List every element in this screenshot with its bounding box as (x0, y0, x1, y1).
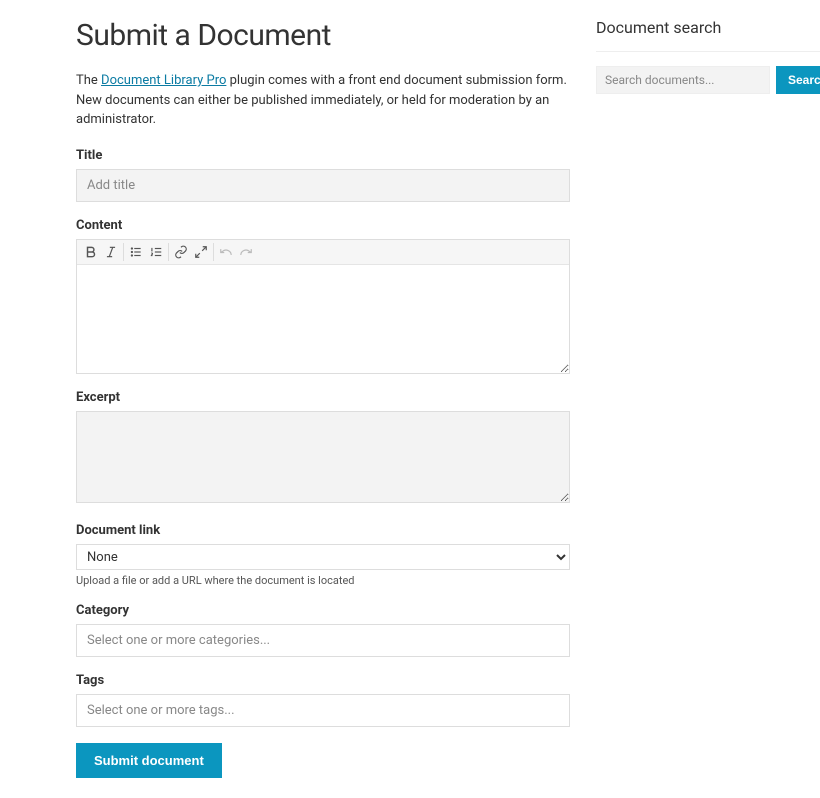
excerpt-input[interactable] (76, 411, 570, 503)
toolbar-separator (168, 243, 169, 261)
page-title: Submit a Document (76, 18, 570, 53)
sidebar-divider (596, 51, 820, 52)
content-label: Content (76, 218, 570, 233)
italic-icon[interactable] (101, 242, 121, 262)
toolbar-separator (123, 243, 124, 261)
document-link-label: Document link (76, 523, 570, 538)
intro-before: The (76, 73, 101, 88)
search-input[interactable] (596, 66, 770, 94)
numbered-list-icon[interactable] (146, 242, 166, 262)
category-input[interactable] (76, 624, 570, 657)
tags-input[interactable] (76, 694, 570, 727)
editor-toolbar (77, 240, 569, 265)
intro-text: The Document Library Pro plugin comes wi… (76, 71, 570, 130)
excerpt-label: Excerpt (76, 390, 570, 405)
doc-library-pro-link[interactable]: Document Library Pro (101, 73, 226, 88)
expand-icon[interactable] (191, 242, 211, 262)
bold-icon[interactable] (81, 242, 101, 262)
content-input[interactable] (77, 265, 569, 373)
document-link-select[interactable]: None (76, 544, 570, 570)
rich-text-editor (76, 239, 570, 374)
undo-icon[interactable] (216, 242, 236, 262)
category-label: Category (76, 603, 570, 618)
title-label: Title (76, 148, 570, 163)
sidebar-heading: Document search (596, 18, 820, 37)
search-button[interactable]: Search (776, 66, 820, 94)
toolbar-separator (213, 243, 214, 261)
document-link-helper: Upload a file or add a URL where the doc… (76, 574, 570, 587)
tags-label: Tags (76, 673, 570, 688)
bullet-list-icon[interactable] (126, 242, 146, 262)
title-input[interactable] (76, 169, 570, 202)
link-icon[interactable] (171, 242, 191, 262)
redo-icon[interactable] (236, 242, 256, 262)
submit-document-button[interactable]: Submit document (76, 743, 222, 778)
